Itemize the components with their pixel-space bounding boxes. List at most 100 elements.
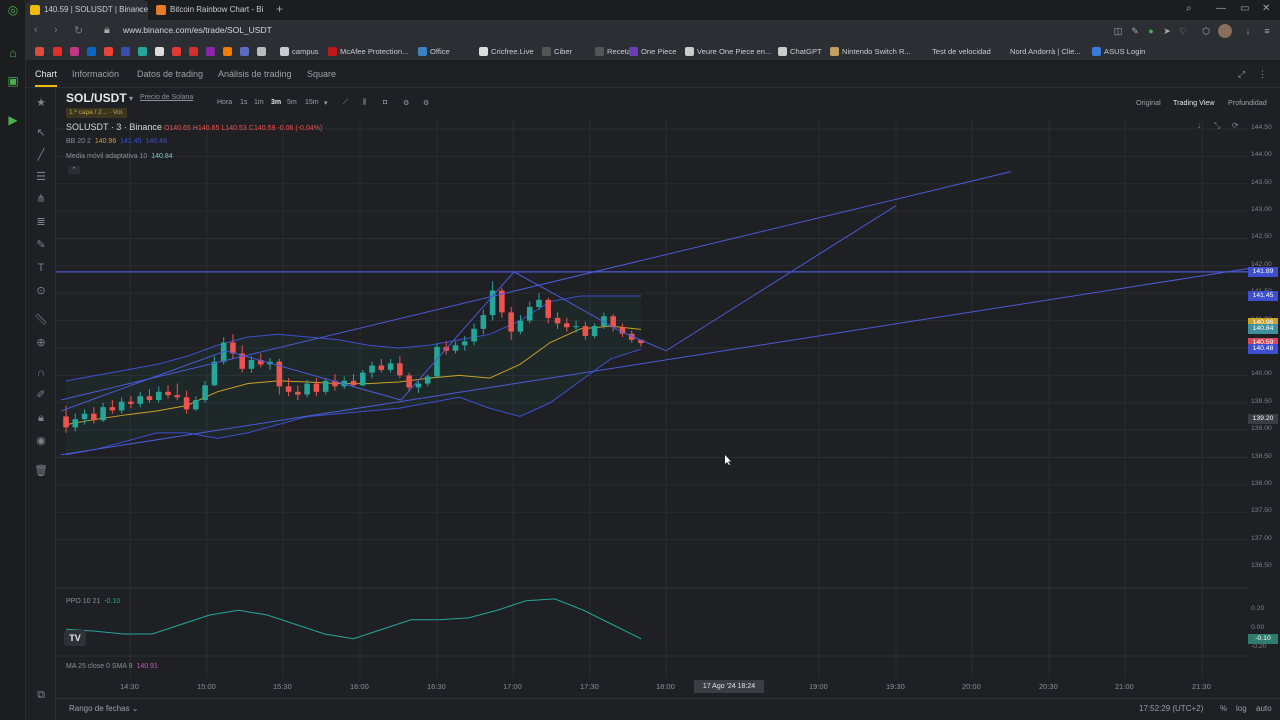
view-trading-view[interactable]: Trading View <box>1173 98 1215 107</box>
legend-ppo[interactable]: PPO 10 21 -0.10 <box>66 598 120 605</box>
magnet-icon[interactable]: ∩ <box>34 366 48 380</box>
tab-rainbow[interactable]: Bitcoin Rainbow Chart - Bi <box>152 0 282 20</box>
pair-dropdown-icon[interactable]: ▾ <box>129 94 133 103</box>
new-tab-icon[interactable]: + <box>276 2 283 16</box>
tf-dropdown-icon[interactable]: ▾ <box>324 99 328 107</box>
shield-icon[interactable]: ● <box>1146 26 1156 36</box>
bookmark-gmail[interactable] <box>35 45 45 58</box>
bookmark-ciber[interactable]: Ciber <box>542 45 572 58</box>
download-icon[interactable]: ↓ <box>1243 26 1253 36</box>
send-icon[interactable]: ➤ <box>1162 26 1172 36</box>
tf-15m[interactable]: 15m <box>305 99 319 106</box>
bookmark-veure-one-piece[interactable]: Veure One Piece en... <box>685 45 771 58</box>
close-window-icon[interactable]: ✕ <box>1262 3 1270 14</box>
bookmark-nintendo[interactable]: Nintendo Switch R... <box>830 45 911 58</box>
box-icon[interactable]: ⬡ <box>1201 26 1211 36</box>
legend-ama[interactable]: Media móvil adaptativa 10 140.84 <box>66 153 173 160</box>
pitchfork-icon[interactable]: ⋔ <box>34 192 48 206</box>
tab-datos-trading[interactable]: Datos de trading <box>137 69 203 79</box>
fib-icon[interactable]: ≣ <box>34 215 48 229</box>
auto-toggle[interactable]: auto <box>1256 704 1272 713</box>
back-icon[interactable]: ‹ <box>34 24 38 36</box>
date-range-button[interactable]: Rango de fechas ⌄ <box>69 704 138 713</box>
scroll-down-icon[interactable]: ↓ <box>1197 121 1201 130</box>
reload-icon[interactable]: ↻ <box>74 24 83 37</box>
pair-subtitle[interactable]: Precio de Solana <box>140 94 193 101</box>
edit-icon[interactable]: ✎ <box>1130 26 1140 36</box>
favorite-star-icon[interactable]: ★ <box>34 96 48 110</box>
reset-icon[interactable]: ⟳ <box>1232 121 1239 130</box>
games-icon[interactable]: ⌂ <box>6 46 20 60</box>
layers-icon[interactable]: ⧉ <box>34 688 48 702</box>
snapshot-icon[interactable]: ◘ <box>383 99 387 106</box>
tab-analisis-trading[interactable]: Análisis de trading <box>218 69 292 79</box>
bookmark-test-velocidad[interactable]: Test de velocidad <box>920 45 991 58</box>
bookmark-youtube[interactable] <box>53 45 63 58</box>
cursor-icon[interactable]: ↖ <box>34 126 48 140</box>
chart-canvas[interactable] <box>56 118 1248 678</box>
parallel-channel-icon[interactable]: ☰ <box>34 170 48 184</box>
pattern-icon[interactable]: ⊙ <box>34 284 48 298</box>
tf-5m[interactable]: 5m <box>287 99 297 106</box>
ruler-icon[interactable]: 📏︎ <box>34 313 48 327</box>
close-tab-icon[interactable]: ✕ <box>136 0 144 20</box>
bag-icon[interactable]: ▣ <box>6 74 20 88</box>
bookmark-nord[interactable]: Nord Andorrà | Clie... <box>998 45 1081 58</box>
indicators-icon[interactable]: ⟋ <box>343 99 348 107</box>
pair-title[interactable]: SOL/USDT <box>66 91 127 105</box>
view-original[interactable]: Original <box>1136 98 1161 107</box>
heart-icon[interactable]: ♡ <box>1178 26 1188 36</box>
gear-icon[interactable]: ⚙ <box>423 99 429 107</box>
tf-1m[interactable]: 1m <box>254 99 264 106</box>
bookmark-asus[interactable]: ASUS Login <box>1092 45 1145 58</box>
forward-icon[interactable]: › <box>54 24 58 36</box>
candle-type-icon[interactable]: ⫼ <box>363 99 366 107</box>
eye-icon[interactable]: ◉ <box>34 434 48 448</box>
bookmark-icon[interactable] <box>189 45 199 58</box>
bookmark-office[interactable]: Office <box>418 45 450 58</box>
avatar[interactable] <box>1218 24 1232 38</box>
percent-toggle[interactable]: % <box>1220 704 1227 713</box>
text-icon[interactable]: T <box>34 261 48 275</box>
tab-square[interactable]: Square <box>307 69 336 79</box>
bookmark-instagram[interactable] <box>70 45 80 58</box>
bookmark-icon[interactable] <box>172 45 182 58</box>
settings-icon[interactable]: ⚙ <box>403 99 409 107</box>
view-profundidad[interactable]: Profundidad <box>1228 98 1267 107</box>
bookmark-icon[interactable] <box>240 45 250 58</box>
fullscreen-icon[interactable]: ⤡ <box>1214 121 1220 131</box>
expand-icon[interactable]: ⤢ <box>1238 69 1245 80</box>
time-axis[interactable]: 17 Ago '24 18:24 14:30 15:00 15:30 16:00 16:… <box>56 678 1248 696</box>
url-field[interactable]: www.binance.com/es/trade/SOL_USDT <box>123 25 272 35</box>
maximize-icon[interactable]: ▭ <box>1240 3 1249 14</box>
tab-chart[interactable]: Chart <box>35 69 57 79</box>
bookmark-campus[interactable]: campus <box>280 45 319 58</box>
bookmark-icon[interactable] <box>138 45 148 58</box>
bookmark-icon[interactable] <box>257 45 267 58</box>
bookmark-icon[interactable] <box>206 45 216 58</box>
minimize-icon[interactable]: — <box>1216 3 1226 14</box>
trash-icon[interactable]: 🗑︎ <box>34 464 48 478</box>
zoom-icon[interactable]: ⊕ <box>34 336 48 350</box>
collapse-legend-icon[interactable]: ⌃ <box>68 166 80 174</box>
legend-bb[interactable]: BB 20 2 140.96 141.45 140.48 <box>66 138 167 145</box>
twitch-icon[interactable]: ▶ <box>6 113 20 127</box>
more-icon[interactable]: ⋮ <box>1258 69 1267 80</box>
pencil-lock-icon[interactable]: ✐ <box>34 388 48 402</box>
opera-logo-icon[interactable]: ◎ <box>6 3 20 17</box>
bookmark-chatgpt[interactable]: ChatGPT <box>778 45 822 58</box>
tf-3m[interactable]: 3m <box>271 99 281 106</box>
bookmark-icon[interactable] <box>155 45 165 58</box>
bookmark-one-piece[interactable]: One Piece <box>629 45 676 58</box>
lock-icon[interactable]: 🔒︎ <box>34 411 48 425</box>
menu-icon[interactable]: ≡ <box>1262 26 1272 36</box>
tab-informacion[interactable]: Información <box>72 69 119 79</box>
brush-icon[interactable]: ✎ <box>34 238 48 252</box>
log-toggle[interactable]: log <box>1236 704 1247 713</box>
price-axis[interactable]: 144.50144.00143.50143.00142.50142.00141.… <box>1248 118 1280 678</box>
tab-binance[interactable]: 140.59 | SOLUSDT | Binance ✕ <box>26 0 148 20</box>
bookmark-icon[interactable] <box>223 45 233 58</box>
bookmark-mcafee[interactable]: McAfee Protection... <box>328 45 408 58</box>
bookmark-cricfree[interactable]: Cricfree.Live <box>479 45 534 58</box>
clock-label[interactable]: 17:52:29 (UTC+2) <box>1139 704 1203 713</box>
